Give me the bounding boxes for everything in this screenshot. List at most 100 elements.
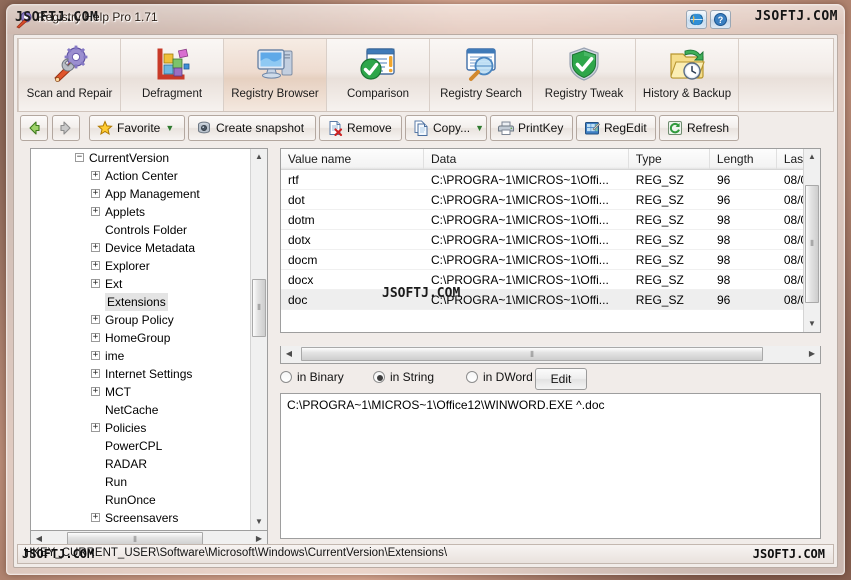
toolbar-item-registry-search[interactable]: Registry Search [430,39,533,111]
tree-item-powercpl[interactable]: PowerCPL [31,437,267,455]
toolbar-item-registry-browser[interactable]: Registry Browser [224,39,327,111]
tree-scroll-down-arrow[interactable]: ▼ [251,514,267,530]
tree-expander-plus-icon[interactable]: + [91,261,100,270]
back-button[interactable] [20,115,48,141]
table-row[interactable]: docxC:\PROGRA~1\MICROS~1\Offi...REG_SZ98… [281,270,820,290]
tree-expander-plus-icon[interactable]: + [91,369,100,378]
tree-expander-plus-icon[interactable]: + [91,243,100,252]
tree-item-mct[interactable]: +MCT [31,383,267,401]
column-header-value-name[interactable]: Value name [281,149,424,169]
tree-item-currentversion[interactable]: −CurrentVersion [31,149,267,167]
tree-item-label: Run [105,473,127,491]
values-list[interactable]: Value nameDataTypeLengthLastA rtfC:\PROG… [280,148,821,333]
toolbar-item-history-backup[interactable]: History & Backup [636,39,739,111]
watermark-titlebar-right: JSOFTJ.COM [755,9,838,24]
column-header-type[interactable]: Type [629,149,710,169]
tree-vertical-scrollbar[interactable]: ▲ ⦀ ▼ [250,149,267,530]
tree-item-explorer[interactable]: +Explorer [31,257,267,275]
remove-button[interactable]: Remove [319,115,402,141]
registry-tree[interactable]: −CurrentVersion+Action Center+App Manage… [30,148,268,531]
column-header-label: Type [636,152,662,166]
printkey-button[interactable]: PrintKey [490,115,573,141]
table-row[interactable]: dotmC:\PROGRA~1\MICROS~1\Offi...REG_SZ98… [281,210,820,230]
cell-length: 96 [710,170,777,189]
tree-expander-plus-icon[interactable]: + [91,351,100,360]
tree-item-runonce[interactable]: RunOnce [31,491,267,509]
cell-type: REG_SZ [629,270,710,289]
help-button[interactable]: ? [710,10,731,29]
forward-button[interactable] [52,115,80,141]
list-hscroll-thumb[interactable]: ⦀ [301,347,763,361]
watermark-status-left: JSOFTJ.COM [22,547,94,561]
create-snapshot-button[interactable]: Create snapshot [188,115,316,141]
list-hscroll-left-arrow[interactable]: ◀ [281,346,297,362]
tree-scroll-thumb[interactable]: ⦀ [252,279,266,337]
tree-item-policies[interactable]: +Policies [31,419,267,437]
list-scroll-down-arrow[interactable]: ▼ [804,316,820,332]
toolbar-item-defragment[interactable]: Defragment [121,39,224,111]
tree-item-group-policy[interactable]: +Group Policy [31,311,267,329]
table-row[interactable]: dotC:\PROGRA~1\MICROS~1\Offi...REG_SZ960… [281,190,820,210]
tree-expander-plus-icon[interactable]: + [91,315,100,324]
green-shield-icon [564,45,604,83]
radio-in-string[interactable]: in String [373,370,434,384]
green-shield-icon [533,39,635,85]
tree-expander-plus-icon[interactable]: + [91,423,100,432]
table-row[interactable]: rtfC:\PROGRA~1\MICROS~1\Offi...REG_SZ960… [281,170,820,190]
tree-item-netcache[interactable]: NetCache [31,401,267,419]
radio-dot[interactable] [373,371,385,383]
radio-dot[interactable] [280,371,292,383]
toolbar-item-scan-and-repair[interactable]: Scan and Repair [18,39,121,111]
tree-item-action-center[interactable]: +Action Center [31,167,267,185]
tree-expander-plus-icon[interactable]: + [91,513,100,522]
regedit-button[interactable]: RegEdit [576,115,656,141]
client-area: Scan and Repair Defragment Registry Brow… [13,34,838,568]
wrench-gear-icon [50,45,90,83]
tree-item-list: −CurrentVersion+Action Center+App Manage… [31,149,267,531]
tree-item-ime[interactable]: + ime [31,347,267,365]
radio-in-binary[interactable]: in Binary [280,370,344,384]
list-horizontal-scrollbar[interactable]: ◀ ⦀ ▶ [280,346,821,364]
tree-item-internet-settings[interactable]: +Internet Settings [31,365,267,383]
column-header-data[interactable]: Data [424,149,629,169]
tree-expander-plus-icon[interactable]: + [91,171,100,180]
tree-scroll-up-arrow[interactable]: ▲ [251,149,267,165]
tree-item-applets[interactable]: +Applets [31,203,267,221]
globe-button[interactable] [686,10,707,29]
list-hscroll-right-arrow[interactable]: ▶ [804,346,820,362]
toolbar-item-registry-tweak[interactable]: Registry Tweak [533,39,636,111]
tree-item-homegroup[interactable]: +HomeGroup [31,329,267,347]
radio-in-dword[interactable]: in DWord [466,370,533,384]
table-row[interactable]: dotxC:\PROGRA~1\MICROS~1\Offi...REG_SZ98… [281,230,820,250]
tree-item-screensavers[interactable]: +Screensavers [31,509,267,527]
copy-button[interactable]: Copy...▼ [405,115,487,141]
tree-item-controls-folder[interactable]: Controls Folder [31,221,267,239]
tree-expander-plus-icon[interactable]: + [91,207,100,216]
list-scroll-up-arrow[interactable]: ▲ [804,149,820,165]
tree-expander-plus-icon[interactable]: + [91,387,100,396]
tree-item-extensions[interactable]: Extensions [31,293,267,311]
tree-item-device-metadata[interactable]: +Device Metadata [31,239,267,257]
favorite-button[interactable]: Favorite▼ [89,115,185,141]
tree-expander-plus-icon[interactable]: + [91,189,100,198]
tree-item-app-management[interactable]: +App Management [31,185,267,203]
toolbar-item-label: Scan and Repair [27,87,113,101]
tree-expander-plus-icon[interactable]: + [91,333,100,342]
tree-expander-plus-icon[interactable]: + [91,279,100,288]
tree-item-label: ime [105,347,124,365]
toolbar-item-comparison[interactable]: Comparison [327,39,430,111]
radio-label: in DWord [483,370,533,384]
tree-item-ext[interactable]: +Ext [31,275,267,293]
radio-dot[interactable] [466,371,478,383]
tree-expander-minus-icon[interactable]: − [75,153,84,162]
tree-item-radar[interactable]: RADAR [31,455,267,473]
list-scroll-thumb[interactable]: ⦀ [805,185,819,303]
refresh-button[interactable]: Refresh [659,115,739,141]
list-vertical-scrollbar[interactable]: ▲ ⦀ ▼ [803,149,820,332]
edit-button[interactable]: Edit [535,368,587,390]
table-row[interactable]: docC:\PROGRA~1\MICROS~1\Offi...REG_SZ960… [281,290,820,310]
value-data-textbox[interactable]: C:\PROGRA~1\MICROS~1\Office12\WINWORD.EX… [280,393,821,539]
table-row[interactable]: docmC:\PROGRA~1\MICROS~1\Offi...REG_SZ98… [281,250,820,270]
tree-item-run[interactable]: Run [31,473,267,491]
column-header-length[interactable]: Length [710,149,777,169]
